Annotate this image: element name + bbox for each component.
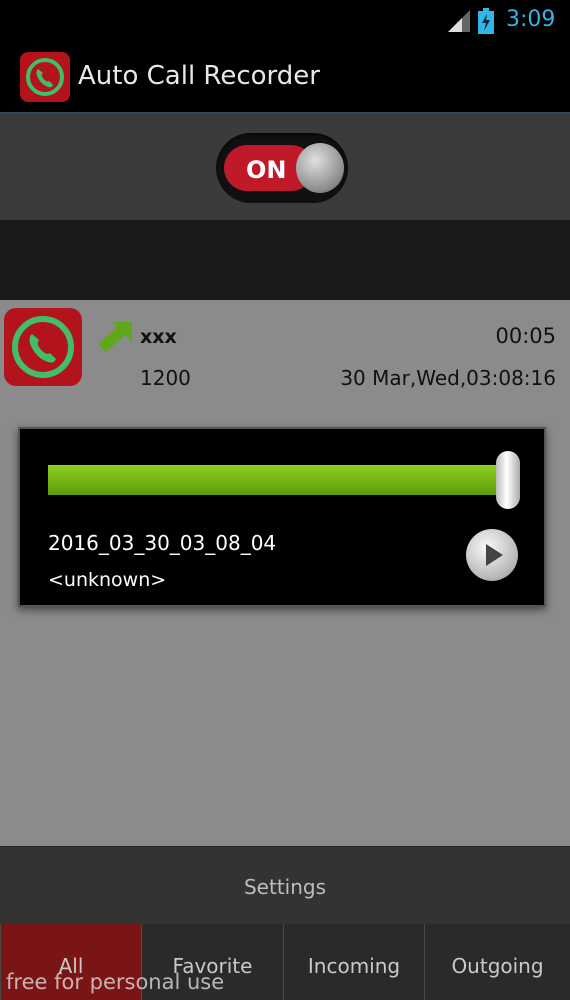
settings-label: Settings bbox=[243, 875, 327, 899]
toggle-band: ON bbox=[0, 114, 570, 220]
call-duration: 00:05 bbox=[495, 324, 556, 348]
recording-file-name: 2016_03_30_03_08_04 bbox=[48, 531, 277, 555]
tab-outgoing[interactable]: Outgoing bbox=[424, 924, 570, 1000]
recording-toggle[interactable]: ON bbox=[216, 133, 348, 203]
caller-name: xxx bbox=[140, 326, 177, 348]
caller-number: 1200 bbox=[140, 366, 191, 390]
battery-charging-icon bbox=[478, 8, 494, 34]
call-datetime: 30 Mar,Wed,03:08:16 bbox=[340, 366, 556, 390]
recording-icon[interactable] bbox=[4, 308, 82, 386]
progress-thumb[interactable] bbox=[496, 451, 520, 509]
play-icon bbox=[486, 544, 503, 566]
recordings-list: xxx 00:05 1200 30 Mar,Wed,03:08:16 2016_… bbox=[0, 300, 570, 846]
progress-fill bbox=[48, 465, 508, 495]
app-title: Auto Call Recorder bbox=[78, 61, 320, 91]
tab-label: Outgoing bbox=[451, 954, 544, 978]
recording-contact: <unknown> bbox=[48, 569, 167, 591]
settings-button[interactable]: Settings bbox=[0, 846, 570, 925]
action-bar: Auto Call Recorder bbox=[0, 44, 570, 114]
tab-label: Incoming bbox=[307, 954, 401, 978]
watermark-text: free for personal use bbox=[6, 970, 225, 994]
signal-icon bbox=[448, 10, 470, 32]
toggle-knob[interactable] bbox=[296, 143, 344, 193]
outgoing-arrow-icon bbox=[98, 322, 132, 352]
app-logo-icon bbox=[20, 52, 70, 102]
audio-player: 2016_03_30_03_08_04 <unknown> bbox=[18, 427, 546, 607]
toggle-label: ON bbox=[246, 156, 287, 184]
divider-band bbox=[0, 220, 570, 300]
play-button[interactable] bbox=[466, 529, 518, 581]
clock: 3:09 bbox=[506, 7, 556, 32]
tab-incoming[interactable]: Incoming bbox=[283, 924, 424, 1000]
playback-progress-bar[interactable] bbox=[48, 465, 508, 495]
status-bar: 3:09 bbox=[0, 0, 570, 44]
